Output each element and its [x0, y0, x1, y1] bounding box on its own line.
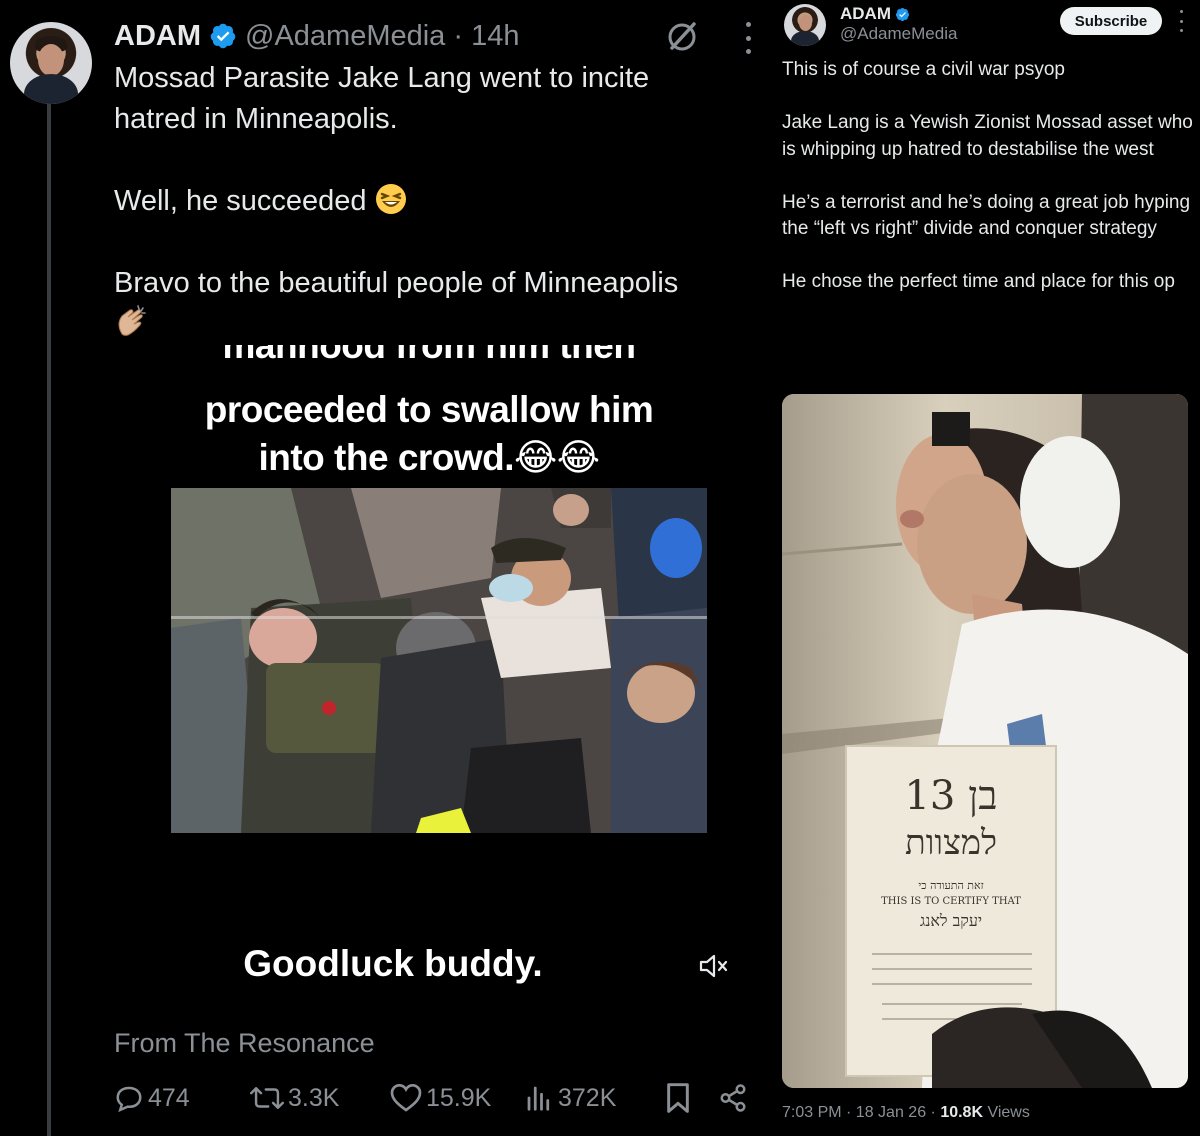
- video-caption: manhood from him then: [222, 345, 636, 366]
- video-frame[interactable]: [171, 488, 707, 833]
- repost-button[interactable]: 3.3K: [250, 1078, 339, 1118]
- crowd-scene-image: [171, 488, 707, 833]
- tweet-line: Bravo to the beautiful people of Minneap…: [114, 267, 679, 299]
- tweet-paragraph: He’s a terrorist and he’s doing a great …: [782, 191, 1191, 240]
- sign-line-3: זאת התעודה כי: [918, 879, 983, 892]
- views-button[interactable]: 372K: [524, 1078, 616, 1118]
- post-timestamp[interactable]: 7:03 PM · 18 Jan 26 ·: [782, 1104, 940, 1121]
- bookmark-button[interactable]: [664, 1078, 696, 1118]
- thread-line: [47, 104, 51, 1136]
- views-count: 372K: [558, 1083, 617, 1112]
- views-count: 10.8K: [940, 1104, 984, 1121]
- tweet-text: Mossad Parasite Jake Lang went to incite…: [114, 58, 754, 345]
- author-handle[interactable]: @AdameMedia: [840, 24, 957, 44]
- reply-button[interactable]: 474: [114, 1078, 190, 1118]
- right-post: ADAM @AdameMedia Subscribe This is of co…: [770, 0, 1200, 1136]
- sign-line-4: THIS IS TO CERTIFY THAT: [881, 896, 1021, 907]
- left-post: ADAM @AdameMedia · 14h Mossad Parasite J…: [0, 0, 770, 1136]
- post-header: ADAM @AdameMedia · 14h: [114, 16, 519, 56]
- tweet-paragraph: He chose the perfect time and place for …: [782, 271, 1175, 292]
- views-label: Views: [983, 1104, 1030, 1121]
- clapping-hands-icon: [118, 305, 146, 336]
- like-button[interactable]: 15.9K: [390, 1078, 491, 1118]
- video-caption: into the crowd.😂😂: [258, 437, 600, 478]
- sign-line-5: יעקב לאנג: [920, 911, 982, 930]
- tweet-line: Mossad Parasite Jake Lang went to incite: [114, 62, 650, 94]
- video-bottom-caption: Goodluck buddy.: [243, 943, 543, 984]
- laughing-emoji-icon: [375, 184, 406, 214]
- post-photo[interactable]: בן 13 למצוות זאת התעודה כי THIS IS TO CE…: [782, 394, 1188, 1088]
- action-bar: 474 3.3K 15.9K 372K: [114, 1078, 754, 1118]
- reply-icon: [116, 1086, 142, 1113]
- verified-badge-icon: [210, 23, 236, 49]
- video-source[interactable]: From The Resonance: [114, 1028, 375, 1059]
- grok-icon[interactable]: [664, 18, 700, 54]
- sign-line-2: למצוות: [905, 823, 997, 863]
- more-options-icon[interactable]: [1178, 10, 1184, 32]
- reply-count: 474: [148, 1083, 190, 1112]
- author-name[interactable]: ADAM: [840, 4, 891, 24]
- mute-icon[interactable]: [699, 953, 729, 979]
- clap-line: [114, 304, 754, 345]
- like-count: 15.9K: [426, 1083, 492, 1112]
- name-row: ADAM: [840, 4, 910, 24]
- tweet-text: This is of course a civil war psyop Jake…: [782, 57, 1194, 296]
- views-icon: [527, 1086, 550, 1111]
- subscribe-button[interactable]: Subscribe: [1060, 7, 1162, 35]
- share-icon: [720, 1084, 746, 1112]
- tweet-line: hatred in Minneapolis.: [114, 103, 398, 135]
- more-options-icon[interactable]: [738, 22, 758, 54]
- heart-icon: [390, 1083, 422, 1112]
- post-meta: 7:03 PM · 18 Jan 26 · 10.8K Views: [782, 1104, 1030, 1122]
- tweet-paragraph: This is of course a civil war psyop: [782, 59, 1065, 80]
- sign-line-1: בן 13: [904, 773, 997, 819]
- bookmark-icon: [667, 1083, 689, 1113]
- video-player[interactable]: manhood from him then proceeded to swall…: [114, 345, 744, 1010]
- wall-prayer-image: בן 13 למצוות זאת התעודה כי THIS IS TO CE…: [782, 394, 1188, 1088]
- author-name[interactable]: ADAM: [114, 20, 201, 53]
- author-handle-time[interactable]: @AdameMedia · 14h: [245, 20, 519, 53]
- verified-badge-icon: [895, 7, 910, 21]
- share-button[interactable]: [718, 1078, 752, 1118]
- repost-icon: [250, 1087, 284, 1109]
- video-caption: proceeded to swallow him: [204, 389, 654, 430]
- avatar[interactable]: [784, 4, 826, 46]
- tweet-paragraph: Jake Lang is a Yewish Zionist Mossad ass…: [782, 112, 1193, 160]
- repost-count: 3.3K: [288, 1083, 340, 1112]
- tweet-line: Well, he succeeded: [114, 181, 754, 222]
- avatar[interactable]: [10, 22, 92, 104]
